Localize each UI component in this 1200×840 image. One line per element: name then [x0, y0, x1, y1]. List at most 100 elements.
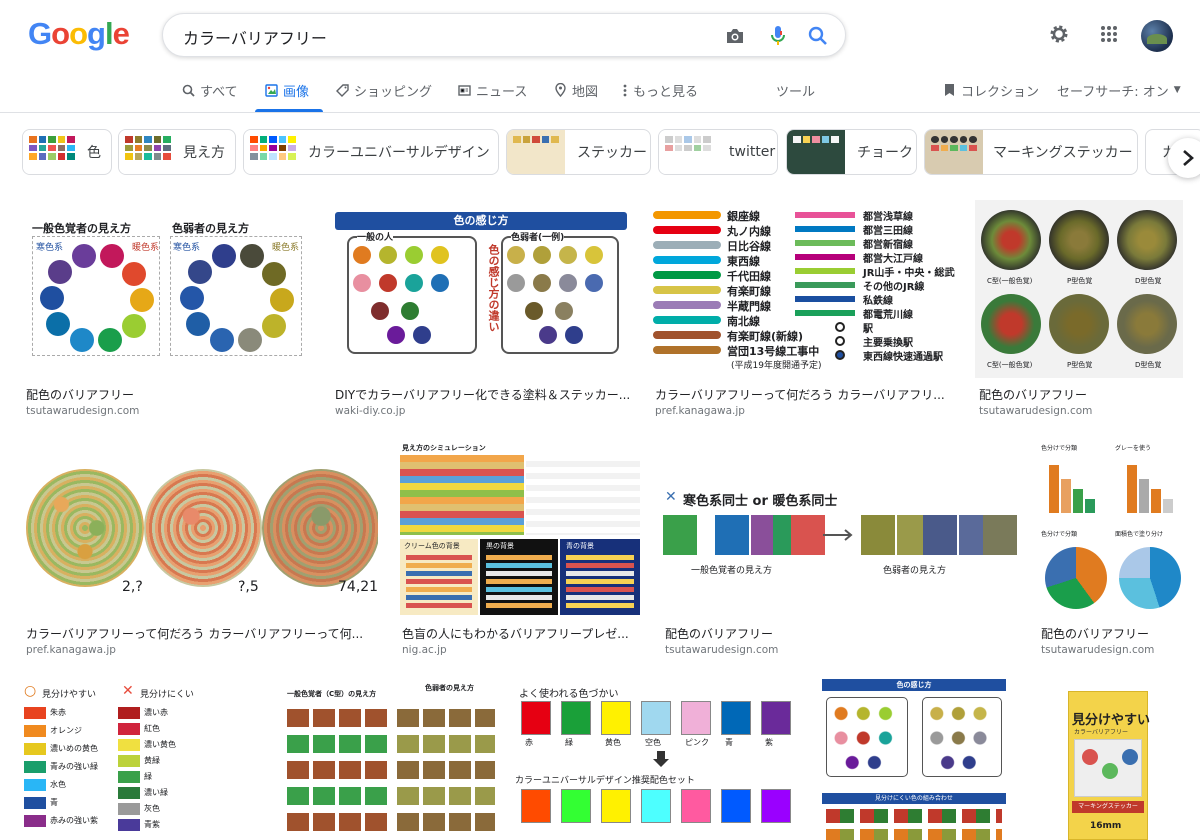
line-name: 東西線快速通過駅 — [863, 352, 943, 363]
color-name: 紅色 — [144, 724, 160, 733]
result-thumbnail[interactable]: ○ 見分けやすい ✕ 見分けにくい 朱赤 オレンジ 濃いめの黄色 青みの強い緑 水色青赤… — [22, 679, 266, 840]
result-thumbnail[interactable]: C型(一般色覚) P型色覚 D型色覚 C型(一般色覚) P型色覚 D型色覚 — [975, 200, 1183, 378]
color-name: 濃い赤 — [144, 708, 168, 717]
station-marker-icon — [835, 350, 845, 360]
chip-thumbnail — [23, 130, 81, 174]
search-input[interactable]: カラーバリアフリー — [183, 25, 327, 49]
color-swatch — [24, 797, 46, 809]
result-thumbnail[interactable]: 銀座線 丸ノ内線 日比谷線 東西線 千代田線 有楽町線 半蔵門線 南北線 有楽町線(新線) 営団1… — [651, 200, 955, 378]
circle-mark-icon: ○ — [24, 683, 37, 699]
line-name: 駅 — [863, 324, 873, 335]
color-swatch — [761, 701, 791, 735]
chip-twitter[interactable]: twitter — [658, 129, 778, 175]
color-swatch — [118, 723, 140, 735]
color-swatch — [118, 819, 140, 831]
color-swatch — [761, 789, 791, 823]
chip-color-universal-design[interactable]: カラーユニバーサルデザイン — [243, 129, 499, 175]
color-swatch — [681, 789, 711, 823]
line-name: 有楽町線 — [727, 285, 771, 298]
color-swatch — [118, 803, 140, 815]
more-vert-icon — [622, 83, 628, 97]
line-name: 丸ノ内線 — [727, 225, 771, 238]
line-color-bar — [653, 331, 721, 339]
line-color-bar — [795, 282, 855, 288]
collections-link[interactable]: コレクション — [942, 78, 1039, 102]
color-swatch — [24, 707, 46, 719]
gear-icon[interactable] — [1047, 22, 1071, 46]
color-name: 空色 — [645, 738, 661, 747]
result-thumbnail[interactable]: 色分けで分類 グレーを使う 色分けで分類 面積色で塗り分け — [1037, 439, 1183, 617]
tag-icon — [335, 83, 349, 97]
color-swatch — [681, 701, 711, 735]
line-color-bar — [795, 254, 855, 260]
bookmark-icon — [942, 83, 956, 97]
apps-grid-icon[interactable] — [1097, 22, 1121, 46]
tab-tools[interactable]: ツール — [776, 78, 815, 102]
tab-shopping[interactable]: ショッピング — [335, 78, 432, 102]
color-name: 緑 — [565, 738, 573, 747]
line-name: JR山手・中央・総武線 — [863, 268, 955, 279]
microphone-icon[interactable] — [766, 24, 790, 48]
line-color-bar — [795, 268, 855, 274]
dropdown-arrow-icon: ▼ — [1173, 85, 1181, 95]
search-icon[interactable] — [806, 24, 830, 48]
result-thumbnail[interactable]: 一般色覚者の見え方 色弱者の見え方 寒色系 暖色系 寒色系 暖色系 — [22, 200, 310, 378]
tab-all[interactable]: すべて — [181, 78, 238, 102]
search-box[interactable]: カラーバリアフリー — [162, 13, 846, 57]
line-color-bar — [653, 256, 721, 264]
color-name: ピンク — [685, 738, 709, 747]
result-thumbnail[interactable]: 色の感じ方 見分けにくい色の組み合わせ — [820, 679, 1008, 840]
safesearch-menu[interactable]: セーフサーチ: オン ▼ — [1057, 78, 1181, 102]
chip-color[interactable]: 色 — [22, 129, 112, 175]
tab-news[interactable]: ニュース — [457, 78, 527, 102]
color-swatch — [641, 701, 671, 735]
line-color-bar — [653, 241, 721, 249]
chips-next-button[interactable] — [1168, 138, 1200, 178]
color-swatch — [118, 771, 140, 783]
line-name: 都営大江戸線 — [863, 254, 923, 265]
tab-more[interactable]: もっと見る — [622, 78, 698, 102]
camera-icon[interactable] — [723, 24, 747, 48]
line-name: 都電荒川線 — [863, 310, 913, 321]
chip-thumbnail — [507, 130, 565, 174]
active-tab-indicator — [255, 109, 323, 112]
result-thumbnail[interactable]: よく使われる色づかい 赤緑黄色 空色 ピンク青紫 カラーユニバーサルデザイン推奨配色… — [515, 679, 801, 840]
color-swatch — [641, 789, 671, 823]
chip-thumbnail — [925, 130, 983, 174]
chip-chalk[interactable]: チョーク — [786, 129, 917, 175]
google-logo[interactable]: Google — [28, 16, 130, 52]
result-thumbnail[interactable]: 見分けやすい カラーバリアフリー マーキングステッカー 16mm — [1028, 679, 1182, 840]
color-name: 灰色 — [144, 804, 160, 813]
color-name: 水色 — [50, 780, 66, 789]
result-thumbnail[interactable]: 2,? ?,5 74,21 — [22, 439, 378, 617]
chip-marking-sticker[interactable]: マーキングステッカー — [924, 129, 1138, 175]
result-thumbnail[interactable]: 見え方のシミュレーション クリーム色の背景 黒の背景 青の背景 — [398, 439, 642, 617]
image-icon — [264, 83, 278, 97]
line-name: 都営浅草線 — [863, 212, 913, 223]
chevron-right-icon — [1183, 150, 1194, 166]
color-name: 紫 — [765, 738, 773, 747]
avatar[interactable] — [1141, 20, 1173, 52]
chip-sticker[interactable]: ステッカー — [506, 129, 651, 175]
tab-maps[interactable]: 地図 — [553, 78, 598, 102]
chip-appearance[interactable]: 見え方 — [118, 129, 236, 175]
result-thumbnail[interactable]: 色の感じ方 一般の人 色弱者(一例) 色の感じ方の違い — [331, 200, 631, 378]
color-swatch — [601, 789, 631, 823]
color-name: オレンジ — [50, 726, 82, 735]
chip-thumbnail — [787, 130, 845, 174]
line-name: 私鉄線 — [863, 296, 893, 307]
news-icon — [457, 83, 471, 97]
color-name: 黄緑 — [144, 756, 160, 765]
color-swatch — [118, 739, 140, 751]
color-name: 青紫 — [144, 820, 160, 829]
color-name: 黄色 — [605, 738, 621, 747]
color-swatch — [561, 789, 591, 823]
line-color-bar — [795, 310, 855, 316]
result-thumbnail[interactable]: ✕ 寒色系同士 or 暖色系同士 一般色覚者の見え方 色弱者の見え方 — [661, 439, 1017, 617]
result-thumbnail[interactable]: 一般色覚者（C型）の見え方 色弱者の見え方 — [285, 679, 497, 840]
tab-images[interactable]: 画像 — [264, 78, 309, 102]
line-name: 銀座線 — [727, 210, 760, 223]
color-swatch — [721, 701, 751, 735]
color-swatch — [24, 779, 46, 791]
chip-thumbnail — [119, 130, 177, 174]
